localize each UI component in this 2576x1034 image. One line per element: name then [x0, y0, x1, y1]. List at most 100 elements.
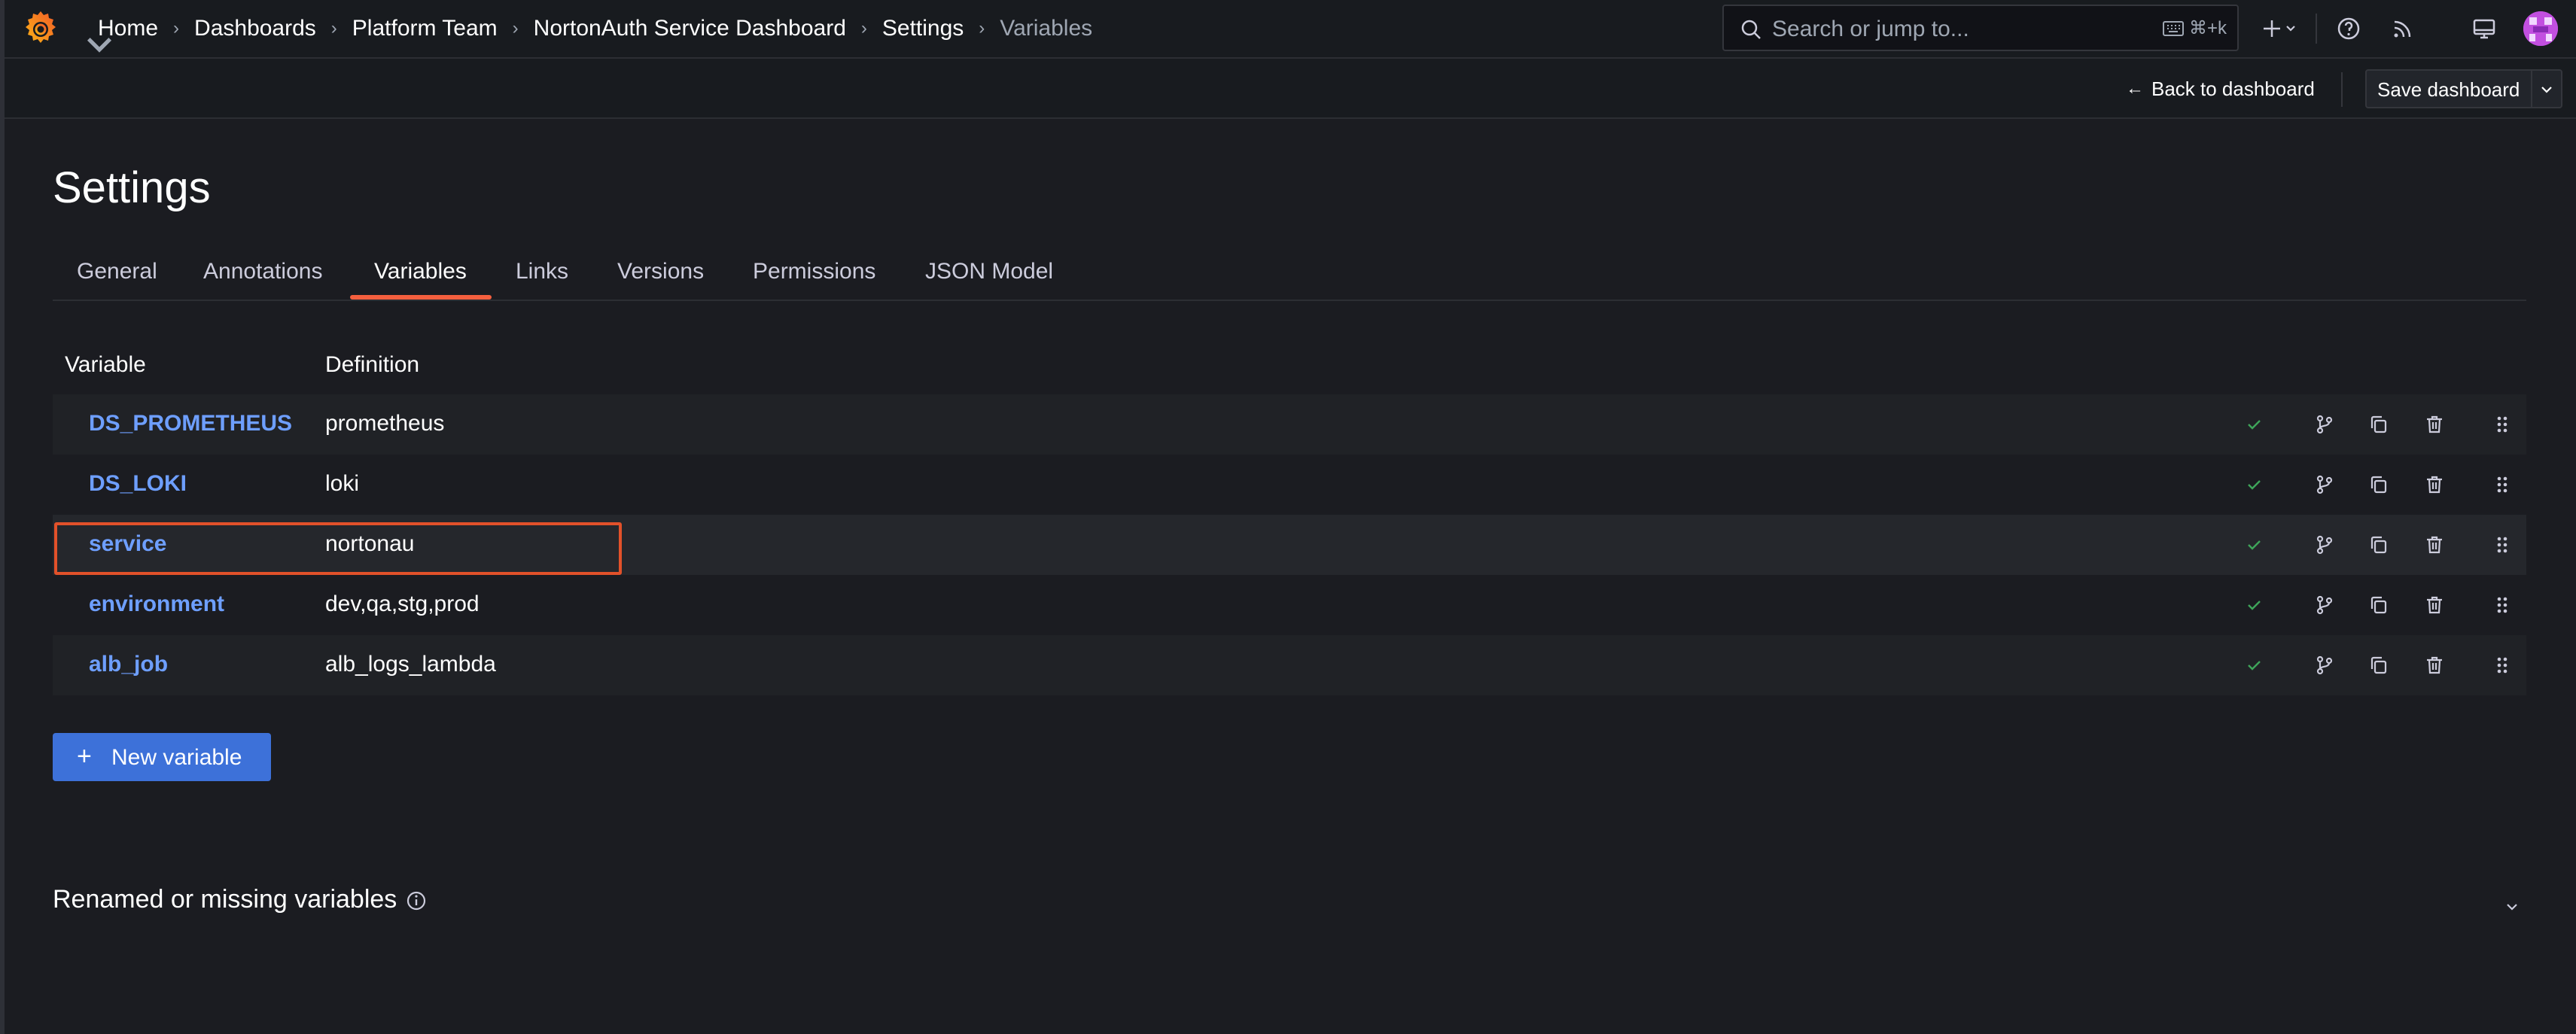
copy-icon[interactable]	[2364, 590, 2394, 620]
help-icon	[2337, 17, 2360, 40]
save-button-divider	[2531, 71, 2532, 107]
trash-icon[interactable]	[2419, 470, 2450, 500]
branch-icon[interactable]	[2310, 530, 2340, 560]
trash-icon[interactable]	[2419, 409, 2450, 439]
search-shortcut: ⌘+k	[2162, 17, 2227, 39]
search-input[interactable]: Search or jump to... ⌘+k	[1722, 5, 2239, 51]
check-icon	[2239, 650, 2269, 680]
table-row: alb_job alb_logs_lambda	[53, 635, 2526, 695]
new-variable-button[interactable]: + New variable	[53, 733, 271, 781]
rss-icon	[2394, 20, 2411, 38]
drag-handle-icon[interactable]	[2487, 409, 2517, 439]
drag-handle-icon[interactable]	[2487, 470, 2517, 500]
branch-icon[interactable]	[2310, 650, 2340, 680]
chevron-down-icon[interactable]	[2537, 80, 2556, 99]
grafana-logo-icon	[26, 11, 56, 43]
check-icon	[2239, 409, 2269, 439]
breadcrumb-home[interactable]: Home	[98, 16, 158, 41]
save-dashboard-button[interactable]: Save dashboard	[2365, 69, 2562, 108]
branch-icon[interactable]	[2310, 470, 2340, 500]
table-row: environment dev,qa,stg,prod	[53, 575, 2526, 635]
tab-general[interactable]: General	[77, 259, 157, 284]
breadcrumb-separator: ›	[173, 18, 180, 38]
top-navigation-bar: Home › Dashboards › Platform Team › Nort…	[5, 0, 2576, 59]
variable-name-link[interactable]: DS_LOKI	[89, 471, 187, 497]
breadcrumb-separator: ›	[979, 18, 985, 38]
trash-icon[interactable]	[2419, 590, 2450, 620]
add-menu-button[interactable]	[2255, 11, 2303, 47]
tab-annotations[interactable]: Annotations	[203, 259, 322, 284]
drag-handle-icon[interactable]	[2487, 590, 2517, 620]
plus-icon	[2264, 20, 2295, 37]
breadcrumb-dashboards[interactable]: Dashboards	[194, 16, 316, 41]
variable-definition: prometheus	[325, 411, 445, 436]
copy-icon[interactable]	[2364, 470, 2394, 500]
tab-variables[interactable]: Variables	[374, 259, 467, 284]
new-variable-label: New variable	[111, 745, 242, 770]
check-icon	[2239, 530, 2269, 560]
breadcrumb-settings[interactable]: Settings	[882, 16, 964, 41]
back-to-dashboard-button[interactable]: ← Back to dashboard	[2126, 72, 2315, 105]
tab-permissions[interactable]: Permissions	[753, 259, 875, 284]
variable-name-link[interactable]: alb_job	[89, 652, 168, 677]
table-row: DS_LOKI loki	[53, 455, 2526, 515]
left-edge	[0, 0, 5, 1034]
check-icon	[2239, 590, 2269, 620]
check-icon	[2239, 470, 2269, 500]
renamed-variables-title[interactable]: Renamed or missing variables	[53, 885, 397, 914]
variable-definition: loki	[325, 471, 360, 496]
copy-icon[interactable]	[2364, 650, 2394, 680]
trash-icon[interactable]	[2419, 530, 2450, 560]
copy-icon[interactable]	[2364, 409, 2394, 439]
arrow-left-icon: ←	[2126, 78, 2144, 99]
column-header-definition: Definition	[325, 352, 420, 377]
app-frame: Home › Dashboards › Platform Team › Nort…	[0, 0, 2576, 1034]
kiosk-button[interactable]	[2466, 11, 2502, 47]
tab-json-model[interactable]: JSON Model	[925, 259, 1053, 284]
tab-versions[interactable]: Versions	[617, 259, 704, 284]
breadcrumb-variables: Variables	[1000, 16, 1093, 41]
avatar[interactable]	[2523, 11, 2558, 46]
variable-definition: alb_logs_lambda	[325, 652, 496, 677]
save-dashboard-label: Save dashboard	[2377, 78, 2520, 101]
top-divider	[2316, 14, 2317, 44]
grafana-logo[interactable]	[21, 8, 112, 53]
dashboard-toolbar: ← Back to dashboard Save dashboard	[5, 59, 2576, 119]
breadcrumb-separator: ›	[330, 18, 337, 38]
keyboard-icon	[2162, 20, 2184, 36]
shortcut-label: ⌘+k	[2188, 18, 2227, 38]
drag-handle-icon[interactable]	[2487, 530, 2517, 560]
avatar-image	[2523, 11, 2558, 46]
active-tab-indicator	[350, 295, 492, 300]
help-button[interactable]	[2331, 11, 2367, 47]
tab-links[interactable]: Links	[516, 259, 568, 284]
chevron-down-icon[interactable]	[2501, 896, 2523, 918]
back-to-dashboard-label: Back to dashboard	[2151, 77, 2315, 100]
news-button[interactable]	[2385, 11, 2421, 47]
branch-icon[interactable]	[2310, 590, 2340, 620]
branch-icon[interactable]	[2310, 409, 2340, 439]
table-row: service nortonau	[53, 515, 2526, 575]
variable-name-link[interactable]: DS_PROMETHEUS	[89, 411, 292, 436]
drag-handle-icon[interactable]	[2487, 650, 2517, 680]
breadcrumb-separator: ›	[512, 18, 519, 38]
breadcrumb-separator: ›	[860, 18, 867, 38]
breadcrumb-platform-team[interactable]: Platform Team	[352, 16, 498, 41]
table-row: DS_PROMETHEUS prometheus	[53, 394, 2526, 455]
page-title: Settings	[53, 163, 211, 212]
monitor-icon	[2473, 19, 2495, 39]
breadcrumb-dashboard[interactable]: NortonAuth Service Dashboard	[534, 16, 846, 41]
variable-name-link[interactable]: environment	[89, 592, 224, 617]
column-header-variable: Variable	[65, 352, 146, 377]
breadcrumb: Home › Dashboards › Platform Team › Nort…	[98, 0, 1092, 57]
variable-name-link[interactable]: service	[89, 531, 166, 557]
search-icon	[1741, 20, 1761, 39]
search-placeholder: Search or jump to...	[1772, 17, 1969, 41]
settings-tabs: General Annotations Variables Links Vers…	[53, 248, 2526, 301]
trash-icon[interactable]	[2419, 650, 2450, 680]
toolbar-divider	[2341, 72, 2343, 107]
variable-definition: nortonau	[325, 531, 415, 556]
info-icon[interactable]	[405, 890, 428, 912]
copy-icon[interactable]	[2364, 530, 2394, 560]
plus-icon: +	[77, 742, 92, 771]
